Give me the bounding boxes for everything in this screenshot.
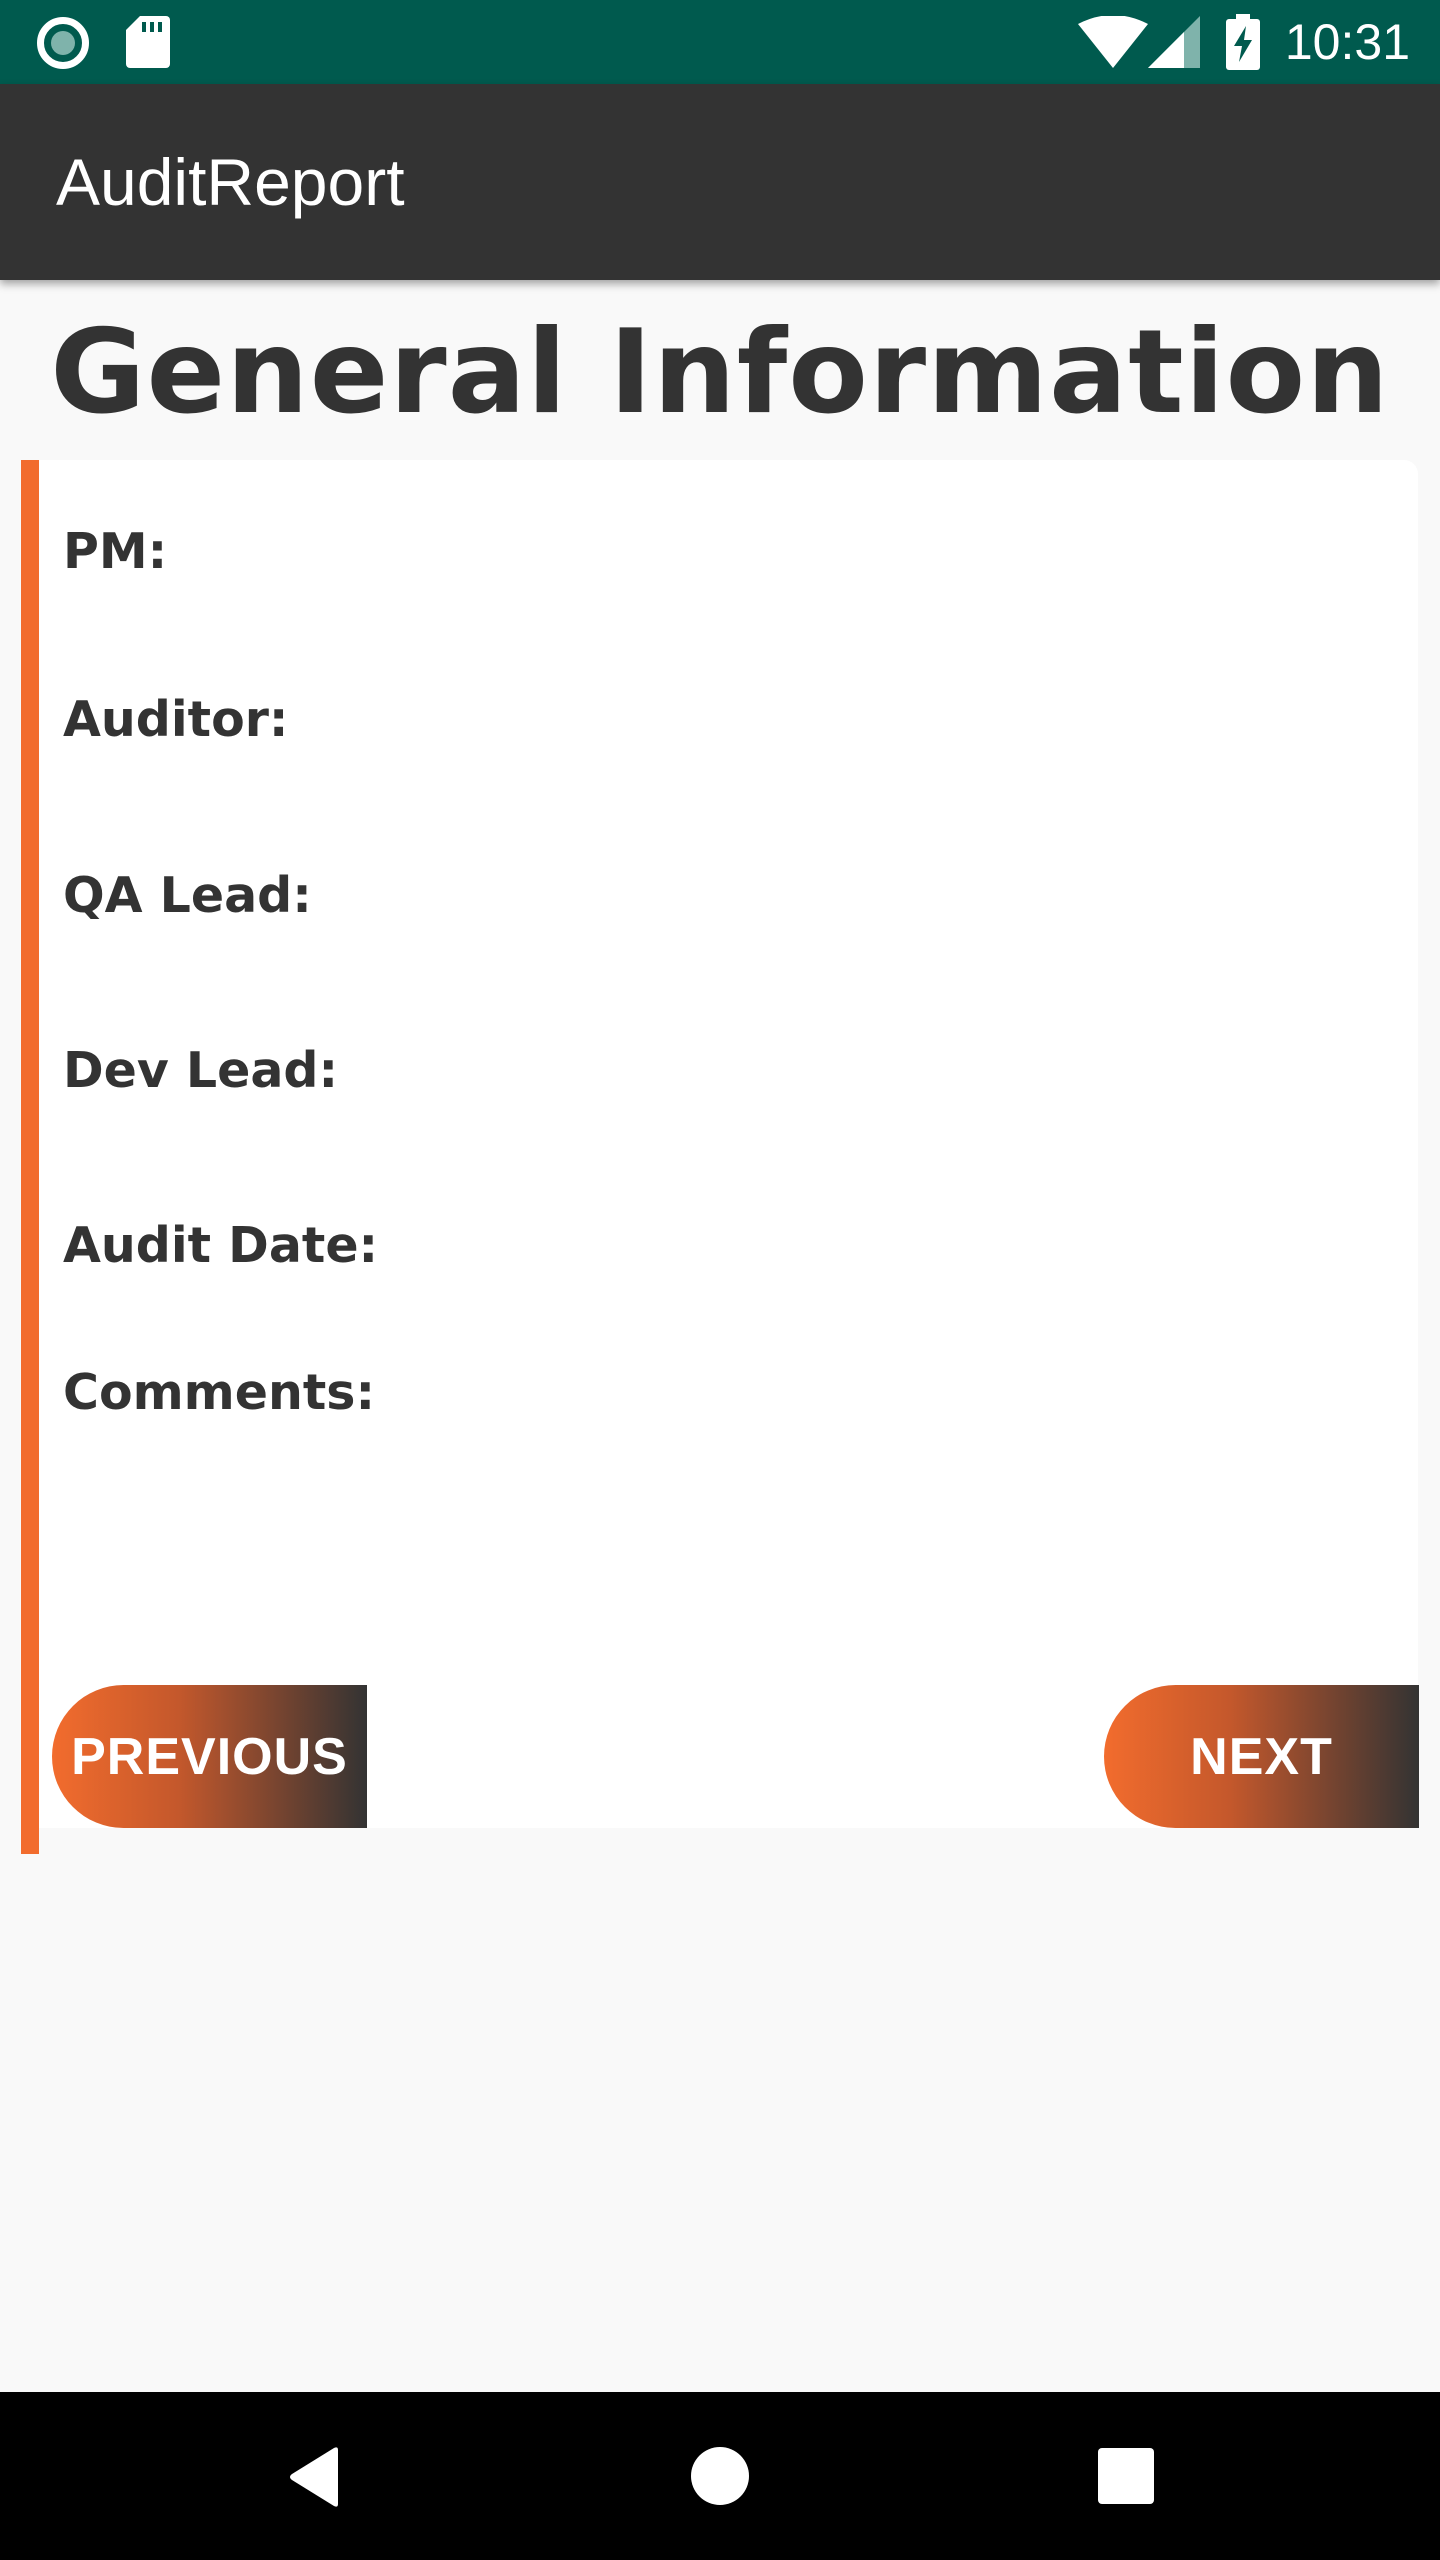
- auditor-label: Auditor:: [63, 691, 289, 748]
- navigation-bar: [0, 2392, 1440, 2560]
- app-title: AuditReport: [56, 145, 405, 219]
- wifi-icon: [1078, 16, 1148, 68]
- back-icon[interactable]: [286, 2446, 342, 2508]
- record-icon: [37, 17, 89, 69]
- signal-icon: [1148, 16, 1200, 68]
- previous-button[interactable]: PREVIOUS: [52, 1685, 367, 1828]
- pm-label: PM:: [63, 523, 168, 580]
- battery-charging-icon: [1226, 14, 1260, 70]
- home-icon[interactable]: [690, 2446, 750, 2506]
- page-title: General Information: [50, 305, 1390, 440]
- recents-icon[interactable]: [1098, 2448, 1154, 2504]
- qa-lead-label: QA Lead:: [63, 867, 312, 924]
- status-bar: 10:31: [0, 0, 1440, 84]
- next-button[interactable]: NEXT: [1104, 1685, 1419, 1828]
- audit-date-label: Audit Date:: [63, 1217, 379, 1274]
- accent-bar: [21, 460, 39, 1854]
- comments-label: Comments:: [63, 1364, 376, 1421]
- status-time: 10:31: [1284, 14, 1410, 70]
- dev-lead-label: Dev Lead:: [63, 1042, 339, 1099]
- sd-card-icon: [126, 16, 170, 68]
- form-card: [39, 460, 1418, 1828]
- app-bar: AuditReport: [0, 84, 1440, 280]
